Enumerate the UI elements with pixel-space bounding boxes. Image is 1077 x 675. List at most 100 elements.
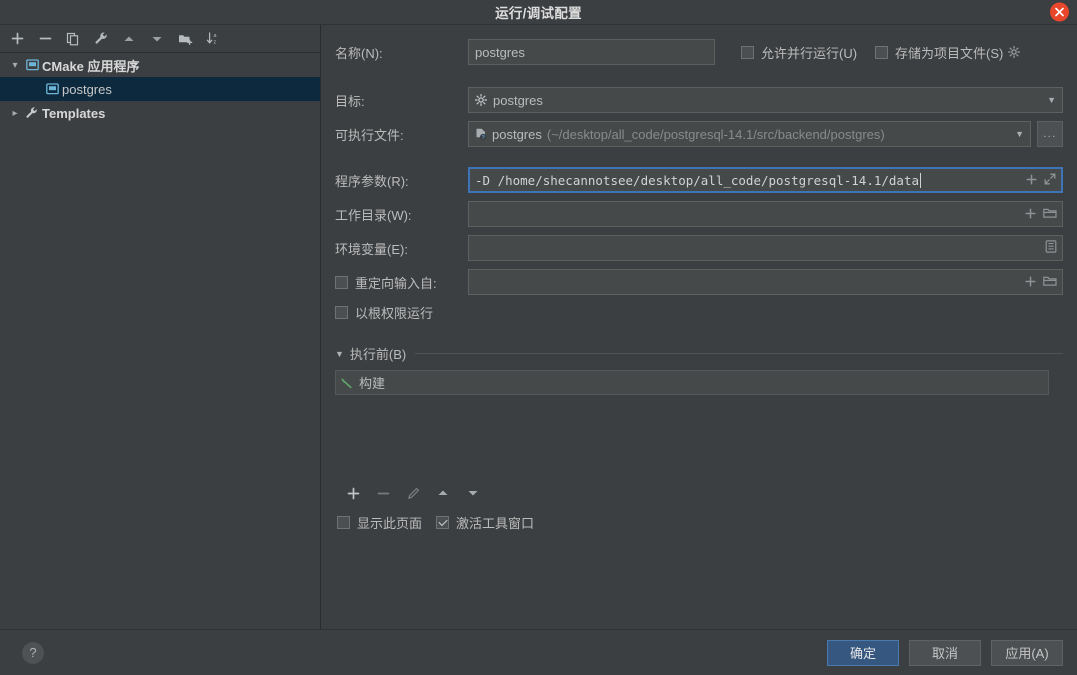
insert-macro-icon[interactable] — [1025, 207, 1036, 222]
browse-folder-icon[interactable] — [1043, 207, 1057, 222]
configuration-form: 名称(N): 允许并行运行(U) 存储为项目文件(S) — [321, 25, 1077, 629]
gear-icon — [475, 94, 487, 106]
plus-icon — [11, 32, 23, 45]
activate-tool-window-label: 激活工具窗口 — [456, 516, 535, 531]
redirect-input-label: 重定向输入自: — [355, 275, 437, 291]
tree-item-cmake-application[interactable]: ▾ CMake 应用程序 — [0, 53, 320, 77]
activate-tool-window-group[interactable]: 激活工具窗口 — [436, 513, 534, 532]
target-value: postgres — [493, 92, 543, 108]
before-launch-task-list[interactable]: 构建 — [335, 370, 1049, 395]
insert-macro-icon[interactable] — [1026, 173, 1037, 188]
edit-task-button[interactable] — [405, 485, 421, 501]
allow-parallel-run-label: 允许并行运行(U) — [761, 45, 858, 61]
remove-task-button[interactable] — [375, 485, 391, 501]
redirect-input-row: 重定向输入自: — [335, 269, 1063, 295]
store-as-project-file-checkbox-group[interactable]: 存储为项目文件(S) — [875, 43, 1021, 62]
new-folder-button[interactable] — [176, 30, 194, 48]
executable-combobox[interactable]: ? postgres (~/desktop/all_code/postgresq… — [468, 121, 1031, 147]
edit-env-list-icon[interactable] — [1045, 240, 1057, 256]
before-launch-options: 显示此页面 激活工具窗口 — [335, 513, 1063, 532]
executable-row: 可执行文件: ? postgres (~/desktop/all_code/po… — [335, 121, 1063, 147]
environment-variables-row: 环境变量(E): — [335, 235, 1063, 261]
svg-text:?: ? — [481, 135, 485, 141]
chevron-down-icon[interactable]: ▼ — [1007, 129, 1024, 139]
executable-label: 可执行文件: — [335, 127, 404, 143]
close-window-button[interactable] — [1050, 2, 1069, 22]
add-task-button[interactable] — [345, 485, 361, 501]
edit-templates-button[interactable] — [92, 30, 110, 48]
wrench-icon — [22, 106, 42, 120]
close-icon — [1055, 7, 1064, 17]
environment-variables-label: 环境变量(E): — [335, 241, 408, 257]
redirect-input-label-group: 重定向输入自: — [335, 273, 468, 292]
sort-configurations-button[interactable]: a z — [204, 30, 222, 48]
build-hammer-icon — [340, 376, 353, 389]
ok-button[interactable]: 确定 — [827, 639, 899, 666]
folder-add-icon — [178, 34, 192, 45]
program-arguments-row: 程序参数(R): -D /home/shecannotsee/desktop/a… — [335, 167, 1063, 193]
tree-item-postgres[interactable]: postgres — [0, 77, 320, 101]
add-configuration-button[interactable] — [8, 30, 26, 48]
file-unknown-icon: ? — [475, 128, 487, 141]
wrench-icon — [94, 32, 107, 44]
svg-text:z: z — [213, 40, 216, 46]
tree-item-label: postgres — [62, 81, 112, 97]
program-arguments-label: 程序参数(R): — [335, 173, 409, 189]
chevron-down-icon[interactable]: ▼ — [335, 349, 344, 359]
show-this-page-checkbox[interactable] — [337, 516, 350, 529]
executable-path: (~/desktop/all_code/postgresql-14.1/src/… — [546, 126, 885, 142]
executable-value: postgres — [492, 126, 542, 142]
redirect-input-checkbox[interactable] — [335, 275, 348, 289]
store-as-project-file-label: 存储为项目文件(S) — [895, 45, 1004, 61]
expand-editor-icon[interactable] — [1044, 173, 1056, 188]
copy-configuration-button[interactable] — [64, 30, 82, 48]
working-directory-row: 工作目录(W): — [335, 201, 1063, 227]
working-directory-input[interactable] — [468, 201, 1063, 227]
insert-macro-icon[interactable] — [1025, 275, 1036, 290]
section-divider — [415, 353, 1063, 354]
move-task-up-button[interactable] — [435, 485, 451, 501]
store-as-project-file-checkbox[interactable] — [875, 45, 889, 59]
target-row: 目标: postgres ▼ — [335, 87, 1063, 113]
environment-variables-input[interactable] — [468, 235, 1063, 261]
configurations-sidebar: a z ▾ CMake 应用程序 postgres ▸ Templates — [0, 25, 321, 629]
configurations-tree[interactable]: ▾ CMake 应用程序 postgres ▸ Templates — [0, 52, 320, 629]
program-arguments-value: -D /home/shecannotsee/desktop/all_code/p… — [475, 172, 920, 188]
name-input[interactable] — [468, 39, 715, 65]
allow-parallel-run-checkbox-group[interactable]: 允许并行运行(U) — [741, 43, 857, 62]
run-as-root-group[interactable]: 以根权限运行 — [335, 303, 468, 322]
before-launch-task-label: 构建 — [359, 376, 386, 391]
chevron-down-icon[interactable]: ▼ — [1039, 95, 1056, 105]
run-as-root-checkbox[interactable] — [335, 306, 348, 319]
chevron-down-icon[interactable]: ▾ — [8, 60, 22, 71]
chevron-right-icon[interactable]: ▸ — [8, 108, 22, 119]
browse-folder-icon[interactable] — [1043, 275, 1057, 290]
before-launch-title: 执行前(B) — [349, 347, 407, 362]
help-button[interactable]: ? — [22, 641, 44, 664]
move-task-down-button[interactable] — [465, 485, 481, 501]
store-settings-gear-icon[interactable] — [1008, 46, 1021, 58]
redirect-input-field[interactable] — [468, 269, 1063, 295]
name-row: 名称(N): 允许并行运行(U) 存储为项目文件(S) — [335, 39, 1063, 65]
cancel-button[interactable]: 取消 — [909, 639, 981, 666]
target-combobox[interactable]: postgres ▼ — [468, 87, 1063, 113]
apply-button[interactable]: 应用(A) — [991, 639, 1063, 666]
program-arguments-input[interactable]: -D /home/shecannotsee/desktop/all_code/p… — [468, 167, 1063, 193]
tree-item-label: Templates — [42, 105, 106, 121]
move-up-button[interactable] — [120, 30, 138, 48]
window-title-bar: 运行/调试配置 — [0, 0, 1077, 25]
working-directory-label: 工作目录(W): — [335, 207, 412, 223]
remove-configuration-button[interactable] — [36, 30, 54, 48]
allow-parallel-run-checkbox[interactable] — [741, 45, 754, 59]
dialog-buttons: 确定 取消 应用(A) — [827, 639, 1063, 666]
sidebar-toolbar: a z — [0, 25, 320, 52]
activate-tool-window-checkbox[interactable] — [436, 516, 450, 529]
before-launch-section-header: ▼ 执行前(B) — [335, 344, 1063, 363]
show-this-page-group[interactable]: 显示此页面 — [337, 513, 422, 532]
sort-az-icon: a z — [206, 32, 216, 46]
move-down-button[interactable] — [148, 30, 166, 48]
executable-browse-button[interactable]: ... — [1037, 121, 1063, 147]
tree-item-templates[interactable]: ▸ Templates — [0, 101, 320, 125]
svg-text:a: a — [213, 33, 216, 39]
dialog-footer: ? 确定 取消 应用(A) — [0, 629, 1077, 675]
